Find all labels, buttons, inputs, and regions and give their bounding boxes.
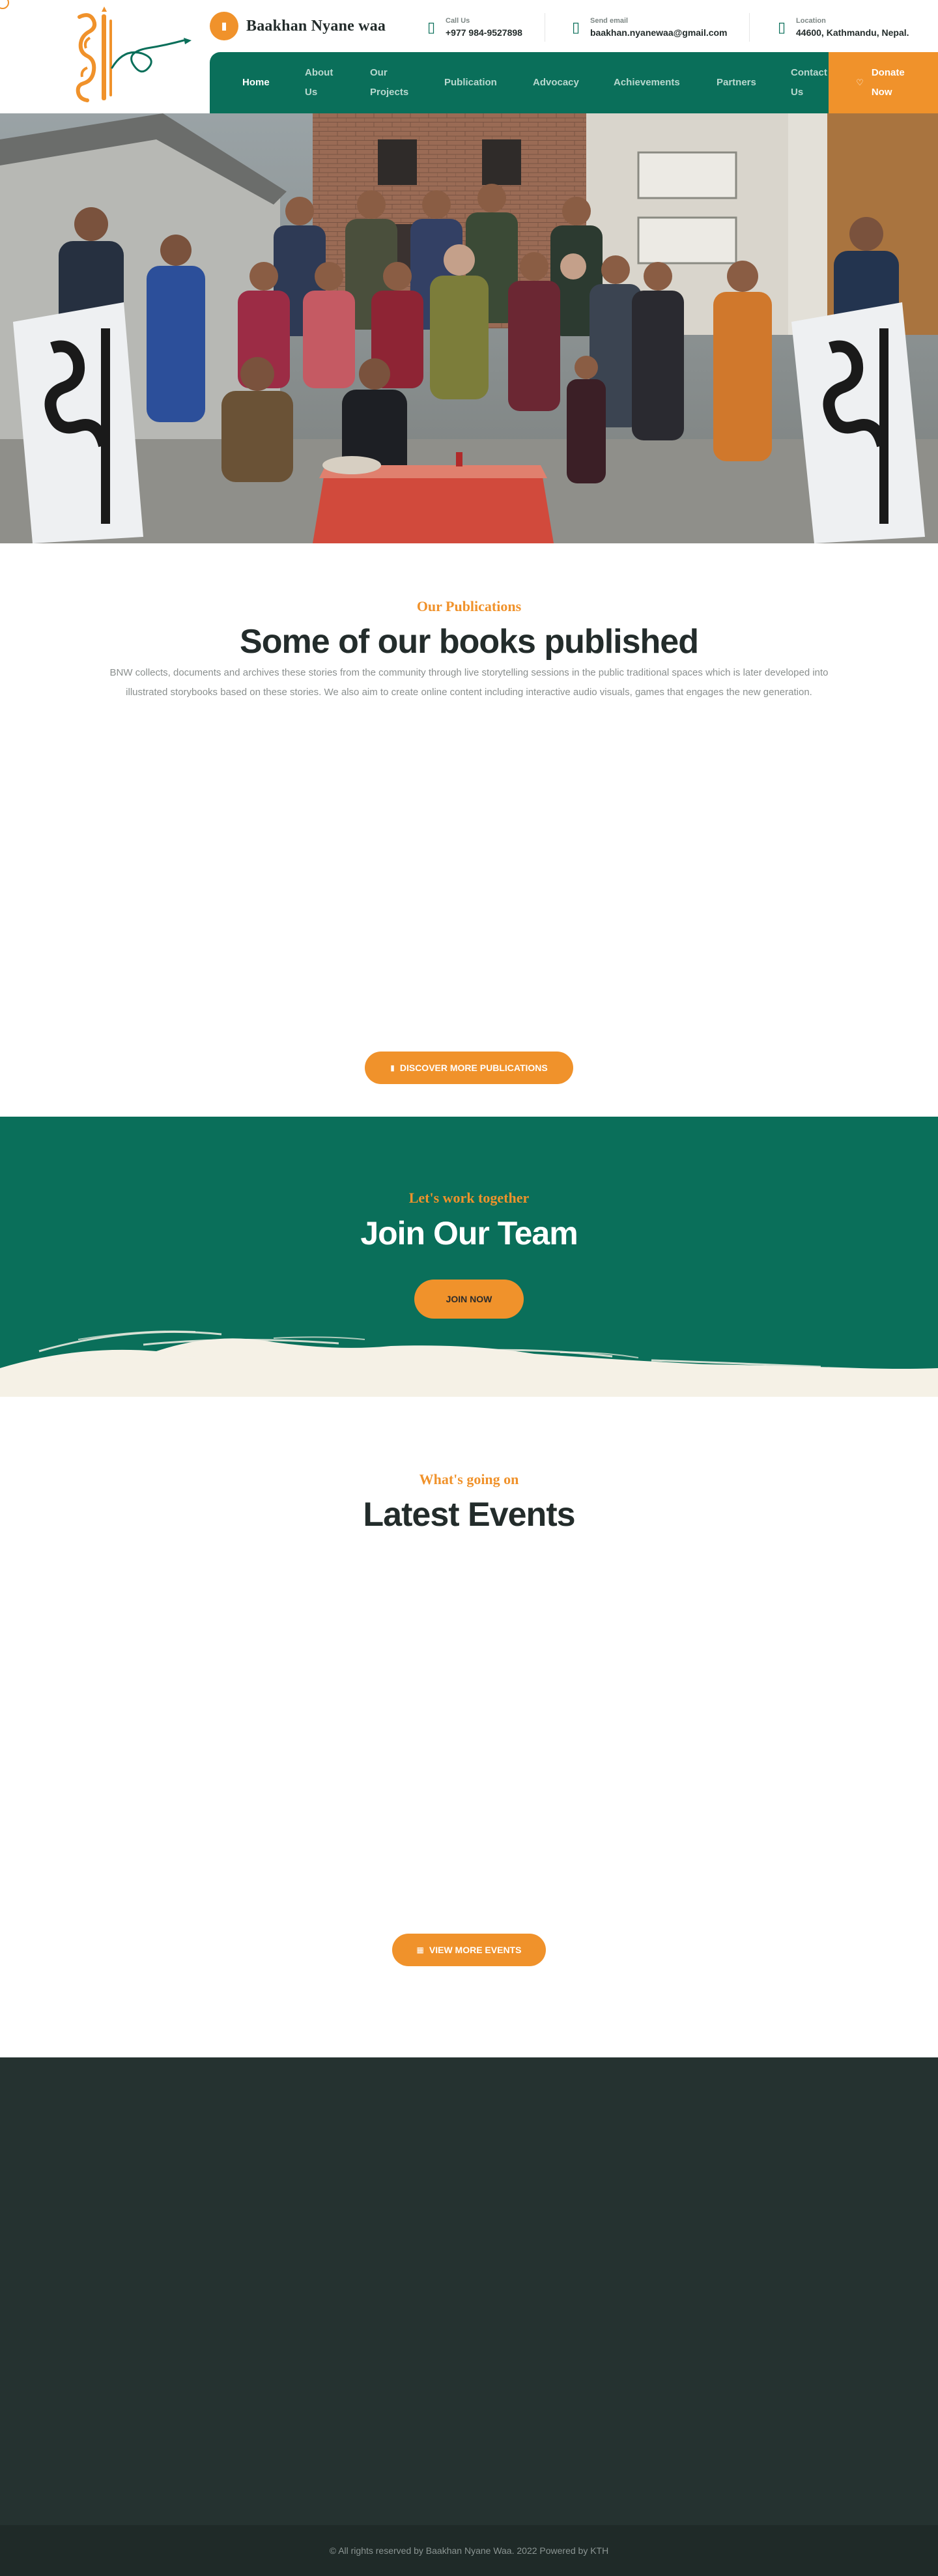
scroll-indicator-icon	[0, 0, 9, 9]
publications-title: Some of our books published	[240, 623, 699, 661]
divider	[749, 13, 750, 42]
contact-email-value: baakhan.nyanewaa@gmail.com	[590, 27, 728, 38]
contact-location[interactable]: ▯ Location 44600, Kathmandu, Nepal.	[775, 13, 909, 42]
nav-advocacy[interactable]: Advocacy	[533, 52, 579, 113]
contact-location-label: Location	[796, 17, 826, 25]
events-subtitle: What's going on	[419, 1471, 519, 1487]
nav-about-us[interactable]: About Us	[305, 52, 347, 113]
join-title: Join Our Team	[360, 1215, 578, 1252]
envelope-icon: ▯	[571, 19, 580, 35]
site-logo[interactable]	[39, 0, 208, 113]
nav-home[interactable]: Home	[242, 52, 270, 113]
nav-contact-us[interactable]: Contact Us	[791, 52, 832, 113]
location-pin-icon: ▯	[777, 19, 786, 35]
publications-description: BNW collects, documents and archives the…	[109, 667, 829, 698]
brand[interactable]: ▮ Baakhan Nyane waa	[210, 12, 386, 40]
nav-partners[interactable]: Partners	[717, 52, 756, 113]
discover-publications-button[interactable]: ▮ Discover More Publications	[365, 1052, 573, 1084]
brush-divider	[0, 1330, 938, 1397]
book-icon: ▮	[210, 12, 238, 40]
contact-phone-value: +977 984-9527898	[446, 27, 522, 38]
calendar-icon: ▦	[416, 1945, 424, 1954]
view-more-events-label: View More Events	[429, 1945, 522, 1955]
discover-publications-label: Discover More Publications	[399, 1063, 548, 1073]
book-icon: ▮	[390, 1063, 395, 1072]
join-team-section: Let's work together Join Our Team Join N…	[0, 1117, 938, 1397]
contact-email-label: Send email	[590, 17, 629, 25]
brand-name: Baakhan Nyane waa	[246, 17, 386, 35]
site-header: ▮ Baakhan Nyane waa ▯ Call Us +977 984-9…	[0, 0, 938, 113]
events-title: Latest Events	[363, 1496, 575, 1534]
view-more-events-button[interactable]: ▦ View More Events	[392, 1934, 546, 1966]
donate-button[interactable]: ♡ Donate Now	[829, 52, 938, 113]
copyright-bar: © All rights reserved by Baakhan Nyane W…	[0, 2525, 938, 2576]
contact-phone[interactable]: ▯ Call Us +977 984-9527898	[425, 13, 522, 42]
publications-subtitle: Our Publications	[416, 598, 522, 614]
nav-our-projects[interactable]: Our Projects	[370, 52, 412, 113]
nav-publication[interactable]: Publication	[444, 52, 497, 113]
heart-icon: ♡	[856, 78, 864, 87]
contact-phone-label: Call Us	[446, 17, 470, 25]
contact-location-value: 44600, Kathmandu, Nepal.	[796, 27, 909, 38]
main-nav: Home About Us Our Projects Publication A…	[210, 52, 830, 113]
hero-group-photo	[0, 113, 938, 543]
site-footer	[0, 2057, 938, 2525]
contact-email[interactable]: ▯ Send email baakhan.nyanewaa@gmail.com	[569, 13, 728, 42]
phone-icon: ▯	[427, 19, 436, 35]
copyright-text: © All rights reserved by Baakhan Nyane W…	[329, 2545, 609, 2556]
join-subtitle: Let's work together	[408, 1190, 530, 1206]
nav-achievements[interactable]: Achievements	[614, 52, 680, 113]
donate-label: Donate Now	[871, 67, 905, 98]
